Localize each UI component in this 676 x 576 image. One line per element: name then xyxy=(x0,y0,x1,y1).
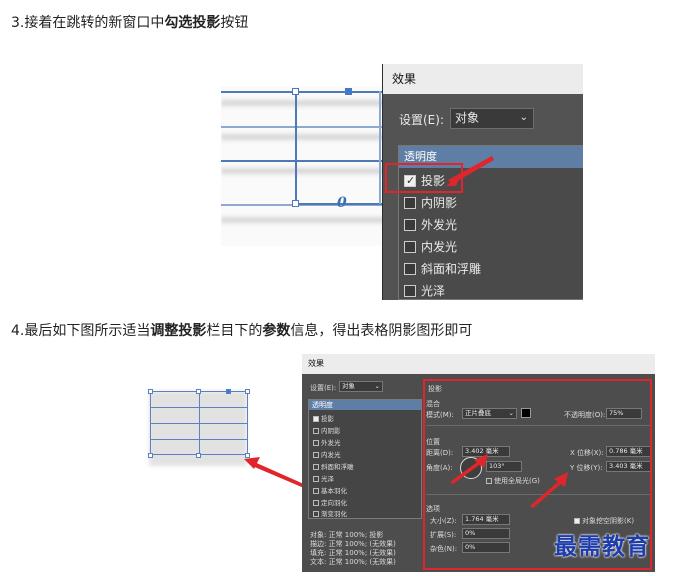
table-column-line xyxy=(295,91,297,204)
effect-bevel-emboss[interactable]: 斜面和浮雕 xyxy=(313,461,354,471)
effect-label: 定向羽化 xyxy=(321,499,347,507)
effect-label: 光泽 xyxy=(421,284,446,298)
checkbox[interactable] xyxy=(404,218,416,231)
effect-inner-shadow[interactable]: 内阴影 xyxy=(404,195,457,213)
summary-line: 文本: 正常 100%; (无效果) xyxy=(310,558,396,566)
table-cell-glyph: 0 xyxy=(337,195,347,211)
effect-inner-shadow[interactable]: 内阴影 xyxy=(313,425,341,435)
effect-bevel-emboss[interactable]: 斜面和浮雕 xyxy=(404,261,481,279)
setting-select-value: 对象 xyxy=(455,111,480,125)
step-4-prefix: 4.最后如下图所示适当 xyxy=(11,323,151,339)
table-row-line xyxy=(221,126,386,128)
setting-select[interactable]: 对象 ⌄ xyxy=(450,108,534,129)
step-4-bold-2: 参数 xyxy=(262,323,291,339)
effects-list: 透明度 投影 内阴影 外发光 内发光 斜面和浮雕 光泽 基本羽化 定向羽化 渐变… xyxy=(308,399,422,519)
step-3-bold: 勾选投影 xyxy=(164,15,221,31)
selection-handle[interactable] xyxy=(196,389,201,394)
list-item-transparency[interactable]: 透明度 xyxy=(309,400,421,410)
red-arrow-icon xyxy=(244,457,306,488)
table-row-line xyxy=(221,160,386,162)
step-3-suffix: 按钮 xyxy=(220,15,249,31)
checkbox[interactable] xyxy=(404,284,416,297)
step-4-mid: 栏目下的 xyxy=(206,323,263,339)
effect-outer-glow[interactable]: 外发光 xyxy=(313,437,341,447)
table-column-line xyxy=(379,91,381,204)
checkbox[interactable] xyxy=(404,196,416,209)
effect-drop-shadow[interactable]: 投影 xyxy=(313,413,334,423)
step-4-text: 4.最后如下图所示适当调整投影栏目下的参数信息，得出表格阴影图形即可 xyxy=(11,320,472,340)
selection-handle[interactable] xyxy=(292,200,299,207)
table-with-shadow xyxy=(140,383,252,473)
table-column-line xyxy=(199,391,200,455)
effect-label: 光泽 xyxy=(321,475,334,483)
effect-label: 斜面和浮雕 xyxy=(421,262,482,276)
checkbox[interactable] xyxy=(313,440,319,446)
effect-basic-feather[interactable]: 基本羽化 xyxy=(313,485,347,495)
checkbox[interactable] xyxy=(313,464,319,470)
step-4-suffix: 信息，得出表格阴影图形即可 xyxy=(290,323,473,339)
setting-label: 设置(E): xyxy=(399,113,444,127)
checkbox[interactable] xyxy=(313,511,319,517)
selection-handle[interactable] xyxy=(345,88,352,95)
selection-handle[interactable] xyxy=(196,453,201,458)
step-3-prefix: 3.接着在跳转的新窗口中 xyxy=(11,15,165,31)
checkbox[interactable] xyxy=(313,452,319,458)
effect-outer-glow[interactable]: 外发光 xyxy=(404,217,457,235)
selection-handle[interactable] xyxy=(226,389,231,394)
effect-satin[interactable]: 光泽 xyxy=(404,283,445,300)
table-shadow-line xyxy=(221,217,386,223)
effect-label: 渐变羽化 xyxy=(321,510,347,518)
effect-label: 内发光 xyxy=(421,240,458,254)
effect-directional-feather[interactable]: 定向羽化 xyxy=(313,497,347,507)
table-shadow-line xyxy=(221,100,386,106)
effect-label: 基本羽化 xyxy=(321,487,347,495)
effect-label: 内发光 xyxy=(321,451,341,459)
watermark-logo: 最需教育 xyxy=(554,533,650,560)
selection-handle[interactable] xyxy=(245,389,250,394)
checkbox[interactable] xyxy=(404,262,416,275)
chevron-down-icon: ⌄ xyxy=(374,382,380,390)
step-4-bold-1: 调整投影 xyxy=(150,323,207,339)
red-arrow-icon xyxy=(530,472,568,508)
effect-label: 斜面和浮雕 xyxy=(321,463,354,471)
checkbox-checked[interactable] xyxy=(313,416,319,422)
effect-label: 内阴影 xyxy=(421,196,458,210)
checkbox[interactable] xyxy=(313,500,319,506)
selection-handle[interactable] xyxy=(148,453,153,458)
table-shadow-line xyxy=(221,134,386,140)
checkbox[interactable] xyxy=(313,476,319,482)
effect-gradient-feather[interactable]: 渐变羽化 xyxy=(313,508,347,518)
setting-select[interactable]: 对象 ⌄ xyxy=(339,381,383,392)
red-arrow-icon xyxy=(446,156,494,186)
effect-label: 外发光 xyxy=(321,439,341,447)
effect-label: 内阴影 xyxy=(321,427,341,435)
selection-handle[interactable] xyxy=(148,389,153,394)
setting-select-value: 对象 xyxy=(342,382,355,390)
checkbox[interactable] xyxy=(313,488,319,494)
selection-handle[interactable] xyxy=(292,88,299,95)
effect-inner-glow[interactable]: 内发光 xyxy=(404,239,457,257)
table-shadow-line xyxy=(221,168,386,174)
step-3-text: 3.接着在跳转的新窗口中勾选投影按钮 xyxy=(11,12,248,32)
checkbox[interactable] xyxy=(404,240,416,253)
effect-satin[interactable]: 光泽 xyxy=(313,473,334,483)
dialog-title: 效果 xyxy=(383,64,583,94)
chevron-down-icon: ⌄ xyxy=(519,112,528,123)
checkbox[interactable] xyxy=(313,428,319,434)
effect-label: 投影 xyxy=(321,415,334,423)
setting-label: 设置(E): xyxy=(310,384,337,392)
dialog-title: 效果 xyxy=(302,354,655,374)
red-arrow-icon xyxy=(450,454,488,484)
effect-label: 外发光 xyxy=(421,218,458,232)
table-border-top xyxy=(221,91,386,93)
screenshot-1: 0 效果 设置(E): 对象 ⌄ 透明度 投影 内阴影 外发光 内发光 斜面和浮… xyxy=(221,64,583,300)
effect-inner-glow[interactable]: 内发光 xyxy=(313,449,341,459)
